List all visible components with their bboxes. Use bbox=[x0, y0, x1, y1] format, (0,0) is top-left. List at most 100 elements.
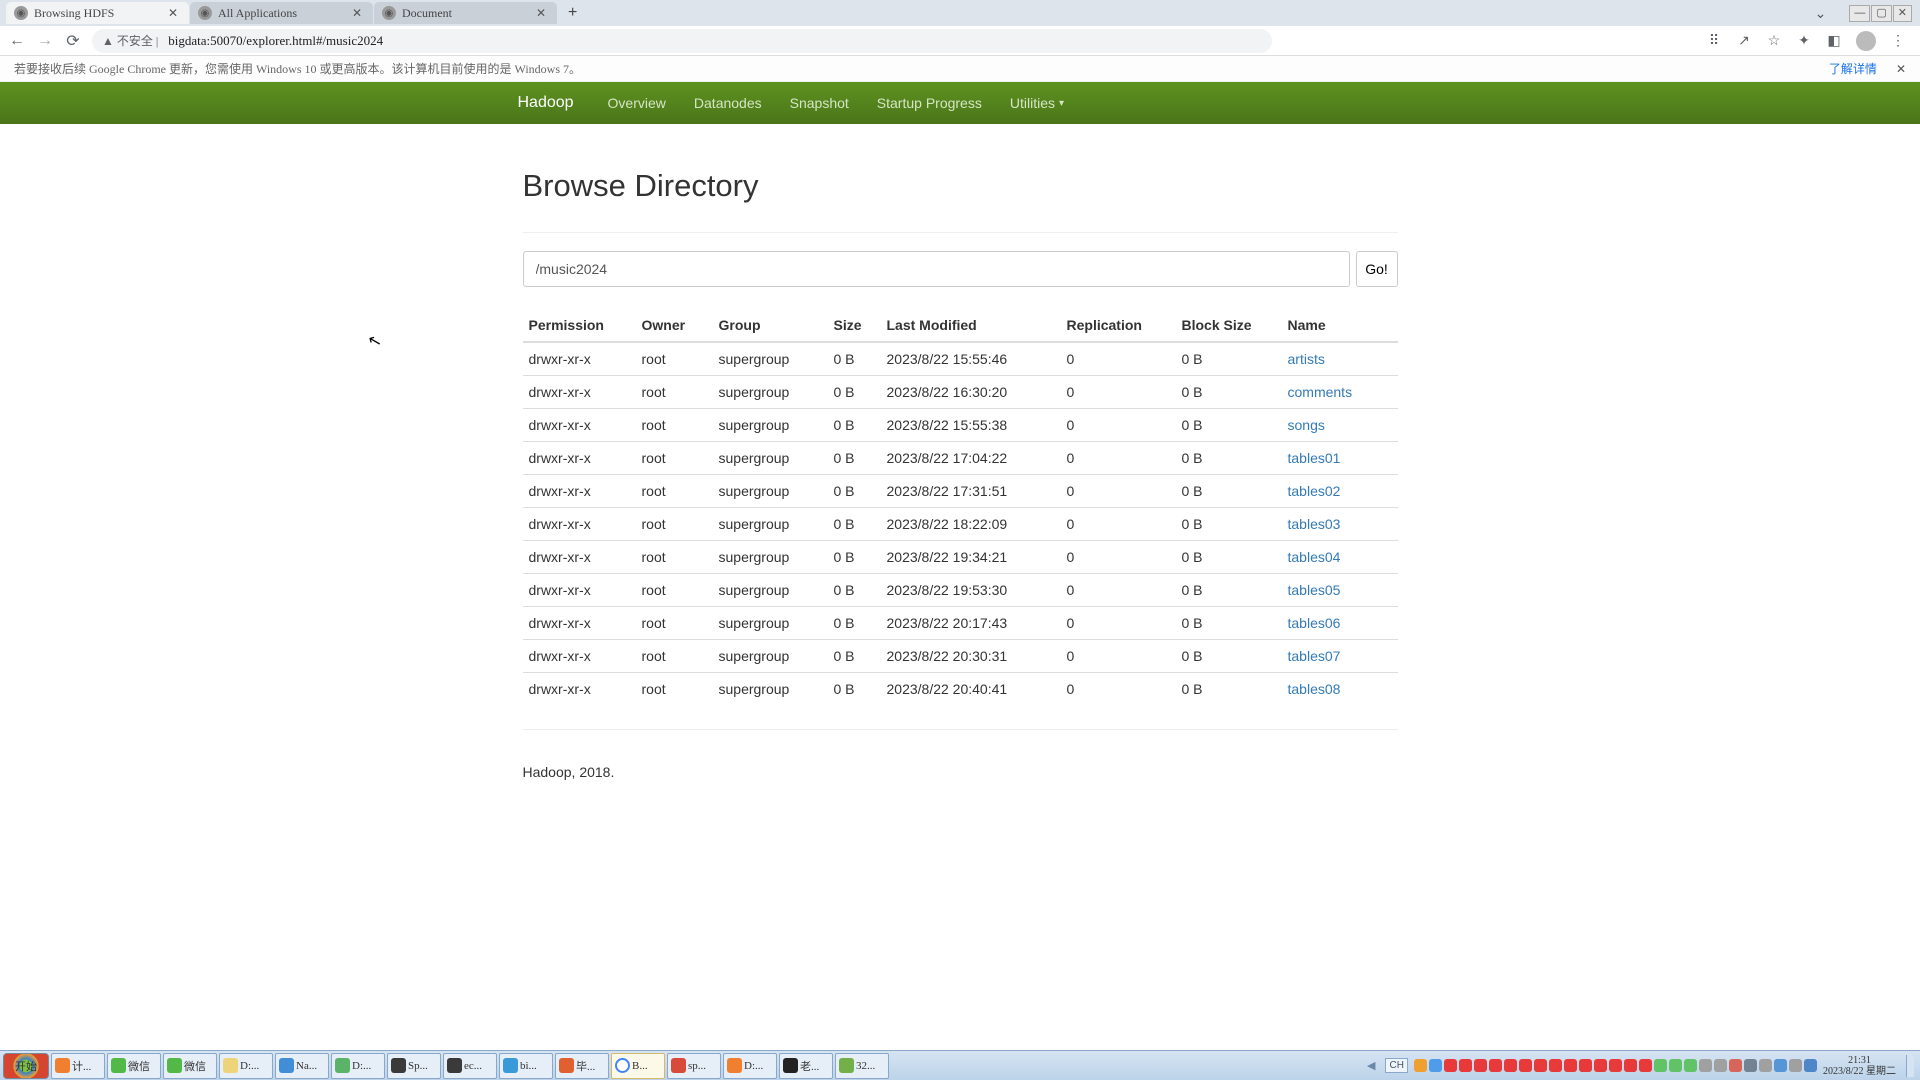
taskbar-item[interactable]: 老... bbox=[779, 1053, 833, 1079]
tray-app-icon[interactable] bbox=[1744, 1059, 1757, 1072]
th-name[interactable]: Name bbox=[1282, 309, 1398, 342]
tray-app-icon[interactable] bbox=[1474, 1059, 1487, 1072]
tray-app-icon[interactable] bbox=[1699, 1059, 1712, 1072]
navbar-brand[interactable]: Hadoop bbox=[518, 94, 594, 112]
bookmark-icon[interactable]: ☆ bbox=[1766, 32, 1782, 49]
tray-app-icon[interactable] bbox=[1714, 1059, 1727, 1072]
tray-app-icon[interactable] bbox=[1489, 1059, 1502, 1072]
taskbar-item[interactable]: bi... bbox=[499, 1053, 553, 1079]
tray-app-icon[interactable] bbox=[1579, 1059, 1592, 1072]
th-replication[interactable]: Replication bbox=[1061, 309, 1176, 342]
tray-app-icon[interactable] bbox=[1504, 1059, 1517, 1072]
directory-link[interactable]: tables01 bbox=[1288, 450, 1341, 466]
taskbar-item[interactable]: 计... bbox=[51, 1053, 105, 1079]
nav-snapshot[interactable]: Snapshot bbox=[776, 82, 863, 124]
taskbar-item[interactable]: ec... bbox=[443, 1053, 497, 1079]
minimize-button[interactable]: — bbox=[1849, 5, 1870, 22]
tray-app-icon[interactable] bbox=[1684, 1059, 1697, 1072]
lang-indicator[interactable]: CH bbox=[1385, 1058, 1407, 1073]
tray-app-icon[interactable] bbox=[1789, 1059, 1802, 1072]
taskbar-item[interactable]: Na... bbox=[275, 1053, 329, 1079]
info-learn-more-link[interactable]: 了解详情 bbox=[1829, 62, 1877, 76]
directory-link[interactable]: tables04 bbox=[1288, 549, 1341, 565]
browser-tab[interactable]: ◉ Browsing HDFS ✕ bbox=[6, 2, 189, 24]
tray-app-icon[interactable] bbox=[1624, 1059, 1637, 1072]
taskbar-item[interactable]: sp... bbox=[667, 1053, 721, 1079]
menu-icon[interactable]: ⋮ bbox=[1890, 32, 1906, 49]
cell-name: tables06 bbox=[1282, 607, 1398, 640]
path-input[interactable] bbox=[523, 251, 1350, 287]
nav-utilities[interactable]: Utilities ▾ bbox=[996, 82, 1078, 124]
new-tab-button[interactable]: + bbox=[558, 1, 587, 25]
tray-expand-icon[interactable]: ◀ bbox=[1367, 1059, 1375, 1072]
close-icon[interactable]: ✕ bbox=[349, 6, 365, 20]
tray-app-icon[interactable] bbox=[1429, 1059, 1442, 1072]
taskbar-item[interactable]: D:... bbox=[331, 1053, 385, 1079]
taskbar-item[interactable]: 毕... bbox=[555, 1053, 609, 1079]
forward-button[interactable]: → bbox=[36, 32, 54, 50]
close-icon[interactable]: ✕ bbox=[533, 6, 549, 20]
back-button[interactable]: ← bbox=[8, 32, 26, 50]
tray-app-icon[interactable] bbox=[1444, 1059, 1457, 1072]
nav-utilities-label: Utilities bbox=[1010, 95, 1055, 111]
tray-app-icon[interactable] bbox=[1534, 1059, 1547, 1072]
directory-link[interactable]: tables07 bbox=[1288, 648, 1341, 664]
tray-app-icon[interactable] bbox=[1549, 1059, 1562, 1072]
nav-datanodes[interactable]: Datanodes bbox=[680, 82, 776, 124]
address-bar[interactable]: ▲ 不安全 | bigdata:50070/explorer.html#/mus… bbox=[92, 29, 1272, 53]
tray-app-icon[interactable] bbox=[1804, 1059, 1817, 1072]
taskbar-item[interactable]: 32... bbox=[835, 1053, 889, 1079]
directory-link[interactable]: songs bbox=[1288, 417, 1325, 433]
window-close-button[interactable]: ✕ bbox=[1893, 5, 1912, 22]
taskbar-item[interactable]: 微信 bbox=[107, 1053, 161, 1079]
directory-link[interactable]: tables08 bbox=[1288, 681, 1341, 697]
browser-tab[interactable]: ◉ Document ✕ bbox=[374, 2, 557, 24]
share-icon[interactable]: ↗ bbox=[1736, 32, 1752, 49]
nav-overview[interactable]: Overview bbox=[594, 82, 680, 124]
close-icon[interactable]: ✕ bbox=[165, 6, 181, 20]
taskbar-item[interactable]: D:... bbox=[219, 1053, 273, 1079]
directory-link[interactable]: tables02 bbox=[1288, 483, 1341, 499]
tray-app-icon[interactable] bbox=[1774, 1059, 1787, 1072]
taskbar-item[interactable]: 微信 bbox=[163, 1053, 217, 1079]
taskbar-item[interactable]: D:... bbox=[723, 1053, 777, 1079]
th-owner[interactable]: Owner bbox=[636, 309, 713, 342]
th-permission[interactable]: Permission bbox=[523, 309, 636, 342]
directory-link[interactable]: tables05 bbox=[1288, 582, 1341, 598]
clock[interactable]: 21:31 2023/8/22 星期二 bbox=[1823, 1055, 1900, 1077]
go-button[interactable]: Go! bbox=[1356, 251, 1398, 287]
translate-icon[interactable]: ⠿ bbox=[1706, 32, 1722, 49]
tray-app-icon[interactable] bbox=[1594, 1059, 1607, 1072]
start-button[interactable]: 开始 bbox=[3, 1053, 49, 1079]
th-group[interactable]: Group bbox=[713, 309, 828, 342]
directory-link[interactable]: artists bbox=[1288, 351, 1325, 367]
th-last-modified[interactable]: Last Modified bbox=[881, 309, 1061, 342]
tray-app-icon[interactable] bbox=[1459, 1059, 1472, 1072]
tray-app-icon[interactable] bbox=[1414, 1059, 1427, 1072]
profile-avatar[interactable] bbox=[1856, 31, 1876, 51]
tray-app-icon[interactable] bbox=[1639, 1059, 1652, 1072]
tray-app-icon[interactable] bbox=[1564, 1059, 1577, 1072]
tray-app-icon[interactable] bbox=[1759, 1059, 1772, 1072]
reload-button[interactable]: ⟳ bbox=[64, 31, 82, 51]
tray-app-icon[interactable] bbox=[1519, 1059, 1532, 1072]
extensions-icon[interactable]: ✦ bbox=[1796, 32, 1812, 49]
directory-link[interactable]: tables03 bbox=[1288, 516, 1341, 532]
browser-tab[interactable]: ◉ All Applications ✕ bbox=[190, 2, 373, 24]
th-size[interactable]: Size bbox=[828, 309, 881, 342]
tray-app-icon[interactable] bbox=[1669, 1059, 1682, 1072]
sidepanel-icon[interactable]: ◧ bbox=[1826, 32, 1842, 49]
maximize-button[interactable]: ▢ bbox=[1871, 5, 1891, 22]
taskbar-item[interactable]: B... bbox=[611, 1053, 665, 1079]
tray-app-icon[interactable] bbox=[1609, 1059, 1622, 1072]
directory-link[interactable]: tables06 bbox=[1288, 615, 1341, 631]
tray-app-icon[interactable] bbox=[1729, 1059, 1742, 1072]
info-close-icon[interactable]: ✕ bbox=[1896, 62, 1906, 76]
taskbar-item[interactable]: Sp... bbox=[387, 1053, 441, 1079]
tray-app-icon[interactable] bbox=[1654, 1059, 1667, 1072]
tabs-overflow-icon[interactable]: ⌄ bbox=[1807, 2, 1835, 25]
directory-link[interactable]: comments bbox=[1288, 384, 1353, 400]
nav-startup-progress[interactable]: Startup Progress bbox=[863, 82, 996, 124]
th-block-size[interactable]: Block Size bbox=[1176, 309, 1282, 342]
show-desktop-button[interactable] bbox=[1906, 1055, 1914, 1077]
